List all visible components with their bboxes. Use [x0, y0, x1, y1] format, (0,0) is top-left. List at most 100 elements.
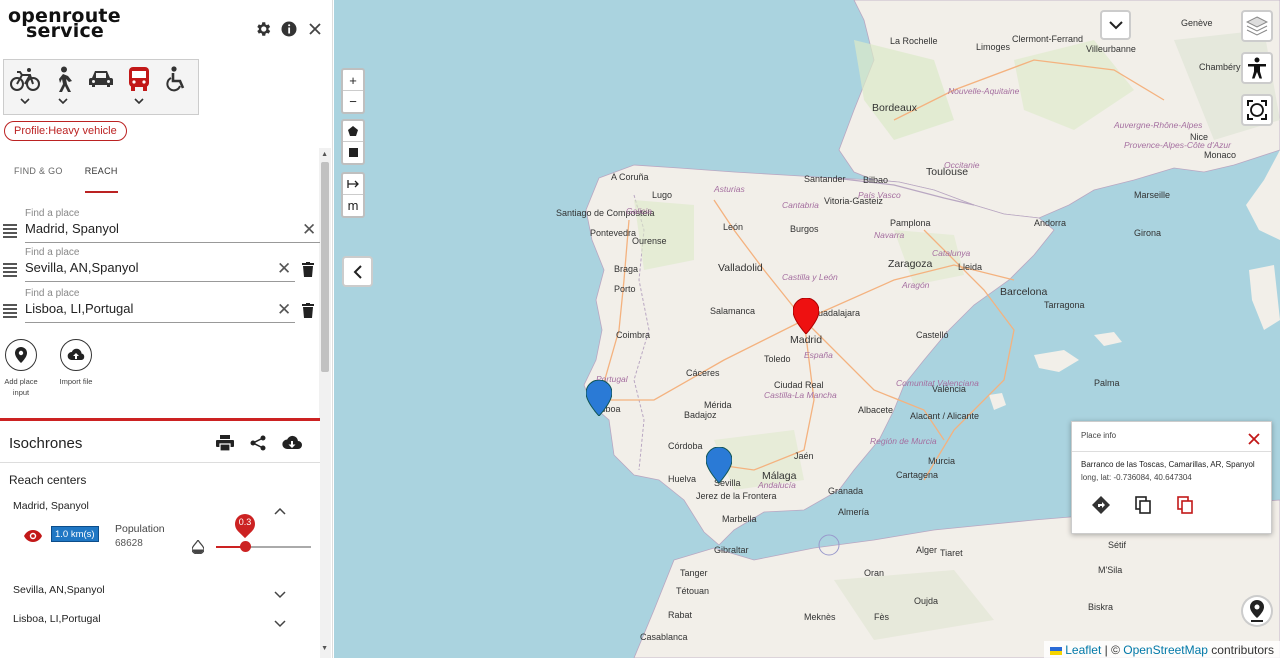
marker-madrid[interactable]: [792, 297, 820, 335]
copy-icon[interactable]: [1134, 496, 1152, 514]
map-label: Valladolid: [718, 262, 763, 274]
print-icon[interactable]: [216, 435, 234, 456]
zoom-control: + −: [341, 68, 365, 114]
map-label: Oujda: [914, 596, 939, 606]
map-label: Asturias: [714, 184, 745, 194]
map-label: Ciudad Real: [774, 380, 824, 390]
map-label: Cáceres: [686, 368, 720, 378]
map-label: Albacete: [858, 405, 894, 415]
chevron-down-icon[interactable]: [134, 94, 144, 108]
tab-reach[interactable]: REACH: [84, 166, 118, 193]
info-icon[interactable]: [280, 20, 298, 38]
map-label: Alger: [916, 545, 938, 555]
cloud-upload-icon: [67, 348, 85, 360]
chevron-down-icon[interactable]: [274, 615, 286, 628]
map-label: Tiaret: [940, 548, 963, 558]
map-label: Mérida: [704, 400, 732, 410]
scroll-up-arrow[interactable]: ▲: [321, 151, 328, 158]
fullscreen-button[interactable]: [1241, 94, 1273, 126]
profile-heavy-vehicle[interactable]: [120, 64, 158, 114]
place-input[interactable]: Lisboa, LI,Portugal: [25, 301, 133, 316]
cloud-download-icon[interactable]: [282, 435, 302, 456]
map-label: Cantabria: [782, 200, 819, 210]
close-icon[interactable]: [306, 20, 324, 38]
clear-input-icon[interactable]: ✕: [302, 220, 316, 240]
copy-coordinates-icon[interactable]: [1176, 496, 1194, 514]
scroll-down-arrow[interactable]: ▼: [321, 645, 328, 652]
zoom-out-button[interactable]: −: [343, 91, 363, 112]
profile-car[interactable]: [82, 64, 120, 114]
gear-icon[interactable]: [254, 20, 272, 38]
chevron-down-icon[interactable]: [20, 94, 30, 108]
ukraine-flag-icon: [1049, 646, 1062, 655]
place-input-label: Find a place: [25, 288, 80, 299]
map-canvas[interactable]: La Rochelle Limoges Clermont-Ferrand Villeu…: [334, 0, 1280, 658]
map-label: La Rochelle: [890, 36, 938, 46]
place-input[interactable]: Madrid, Spanyol: [25, 221, 119, 236]
reach-center-item[interactable]: Sevilla, AN,Spanyol: [13, 584, 105, 596]
measure-button[interactable]: [343, 174, 363, 195]
map-label: Chambéry: [1199, 62, 1241, 72]
opacity-slider-handle[interactable]: [240, 541, 251, 552]
isochrones-title: Isochrones: [9, 435, 83, 452]
map-dropdown-button[interactable]: [1100, 10, 1131, 40]
map-label: Nouvelle-Aquitaine: [948, 86, 1020, 96]
layers-icon: [1246, 16, 1268, 36]
drag-handle-icon[interactable]: [3, 263, 17, 279]
map-label: Andorra: [1034, 218, 1067, 228]
sidebar-scrollbar-thumb[interactable]: [321, 162, 329, 372]
draw-polygon-button[interactable]: [343, 121, 363, 142]
map-label: Granada: [828, 486, 864, 496]
chevron-down-icon[interactable]: [274, 586, 286, 599]
profile-badge[interactable]: Profile:Heavy vehicle: [4, 121, 127, 141]
app-logo[interactable]: openroute service: [8, 7, 121, 41]
place-input[interactable]: Sevilla, AN,Spanyol: [25, 260, 138, 275]
collapse-sidebar-button[interactable]: [342, 256, 373, 287]
map-label: Castilla-La Mancha: [764, 390, 837, 400]
draw-rectangle-button[interactable]: [343, 142, 363, 163]
profile-walking[interactable]: [44, 64, 82, 114]
draw-control: [341, 119, 365, 165]
directions-icon[interactable]: [1092, 496, 1110, 514]
add-place-input-button[interactable]: [5, 339, 37, 371]
import-file-button[interactable]: [60, 339, 92, 371]
chevron-up-icon[interactable]: [274, 502, 286, 515]
map-label: Barcelona: [1000, 286, 1048, 298]
osm-link[interactable]: OpenStreetMap: [1123, 643, 1208, 657]
accessibility-button[interactable]: [1241, 52, 1273, 84]
trash-icon[interactable]: [302, 262, 314, 277]
place-input-row: Find a place Lisboa, LI,Portugal ✕: [0, 288, 320, 328]
population-label: Population: [115, 523, 165, 535]
profile-cycling[interactable]: [6, 64, 44, 114]
profile-wheelchair[interactable]: [158, 64, 196, 114]
map-label: Villeurbanne: [1086, 44, 1136, 54]
top-icons: [254, 20, 324, 38]
car-icon: [84, 64, 118, 94]
clear-input-icon[interactable]: ✕: [277, 300, 291, 320]
marker-lisboa[interactable]: [585, 379, 613, 417]
share-icon[interactable]: [250, 435, 266, 456]
my-location-button[interactable]: [1241, 595, 1273, 627]
tab-find-and-go[interactable]: FIND & GO: [14, 166, 63, 193]
trash-icon[interactable]: [302, 303, 314, 318]
measure-unit-button[interactable]: m: [343, 195, 363, 216]
marker-sevilla[interactable]: [705, 446, 733, 484]
map-label: Vitoria-Gasteiz: [824, 196, 883, 206]
layers-button[interactable]: [1241, 10, 1273, 42]
map-label: Almería: [838, 507, 870, 517]
zoom-in-button[interactable]: +: [343, 70, 363, 91]
eye-icon[interactable]: [24, 529, 42, 542]
reach-center-item[interactable]: Lisboa, LI,Portugal: [13, 613, 101, 625]
map-label: Fès: [874, 612, 890, 622]
drag-handle-icon[interactable]: [3, 224, 17, 240]
map-label: Limoges: [976, 42, 1011, 52]
leaflet-link[interactable]: Leaflet: [1065, 643, 1101, 657]
range-badge[interactable]: 1.0 km(s): [51, 526, 99, 542]
chevron-down-icon[interactable]: [58, 94, 68, 108]
clear-input-icon[interactable]: ✕: [277, 259, 291, 279]
opacity-value: 0.3: [238, 517, 252, 527]
close-icon[interactable]: [1247, 432, 1261, 446]
drag-handle-icon[interactable]: [3, 304, 17, 320]
reach-center-item[interactable]: Madrid, Spanyol: [13, 500, 89, 512]
location-pin-icon: [1250, 600, 1264, 622]
